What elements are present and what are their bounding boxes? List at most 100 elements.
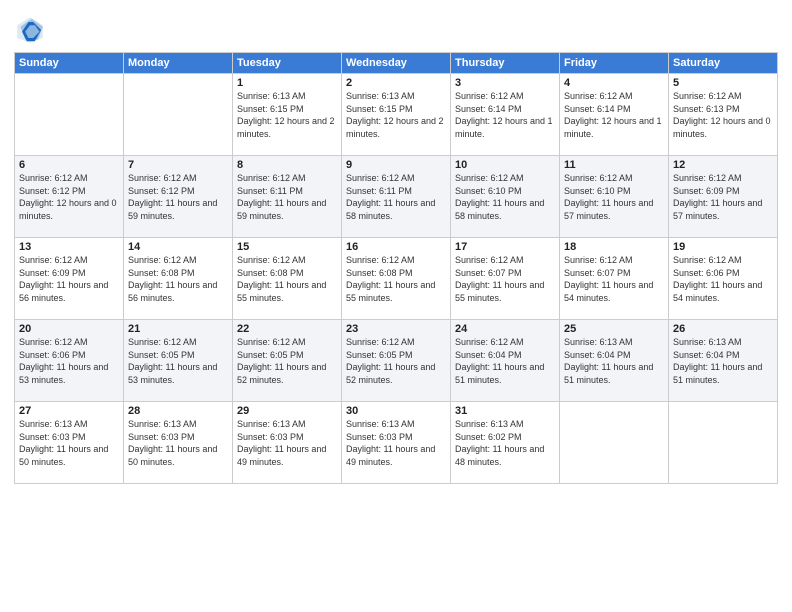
calendar-cell	[560, 402, 669, 484]
day-number: 29	[237, 405, 337, 417]
logo-icon	[14, 14, 46, 46]
header	[14, 10, 778, 46]
day-number: 31	[455, 405, 555, 417]
calendar-cell: 30Sunrise: 6:13 AM Sunset: 6:03 PM Dayli…	[342, 402, 451, 484]
day-of-week-header: Friday	[560, 53, 669, 74]
calendar-cell: 31Sunrise: 6:13 AM Sunset: 6:02 PM Dayli…	[451, 402, 560, 484]
day-of-week-header: Monday	[124, 53, 233, 74]
day-number: 21	[128, 323, 228, 335]
day-number: 3	[455, 77, 555, 89]
day-info: Sunrise: 6:12 AM Sunset: 6:10 PM Dayligh…	[564, 172, 664, 222]
day-info: Sunrise: 6:13 AM Sunset: 6:02 PM Dayligh…	[455, 418, 555, 468]
calendar-cell: 28Sunrise: 6:13 AM Sunset: 6:03 PM Dayli…	[124, 402, 233, 484]
day-info: Sunrise: 6:12 AM Sunset: 6:06 PM Dayligh…	[19, 336, 119, 386]
calendar-cell: 11Sunrise: 6:12 AM Sunset: 6:10 PM Dayli…	[560, 156, 669, 238]
day-info: Sunrise: 6:12 AM Sunset: 6:05 PM Dayligh…	[128, 336, 228, 386]
day-info: Sunrise: 6:13 AM Sunset: 6:04 PM Dayligh…	[564, 336, 664, 386]
calendar-cell: 21Sunrise: 6:12 AM Sunset: 6:05 PM Dayli…	[124, 320, 233, 402]
calendar-cell: 14Sunrise: 6:12 AM Sunset: 6:08 PM Dayli…	[124, 238, 233, 320]
day-info: Sunrise: 6:12 AM Sunset: 6:07 PM Dayligh…	[455, 254, 555, 304]
day-info: Sunrise: 6:12 AM Sunset: 6:14 PM Dayligh…	[455, 90, 555, 140]
calendar-cell: 25Sunrise: 6:13 AM Sunset: 6:04 PM Dayli…	[560, 320, 669, 402]
logo	[14, 14, 50, 46]
day-info: Sunrise: 6:12 AM Sunset: 6:10 PM Dayligh…	[455, 172, 555, 222]
day-number: 5	[673, 77, 773, 89]
calendar-cell: 16Sunrise: 6:12 AM Sunset: 6:08 PM Dayli…	[342, 238, 451, 320]
day-info: Sunrise: 6:13 AM Sunset: 6:03 PM Dayligh…	[128, 418, 228, 468]
calendar-cell: 22Sunrise: 6:12 AM Sunset: 6:05 PM Dayli…	[233, 320, 342, 402]
calendar-cell: 18Sunrise: 6:12 AM Sunset: 6:07 PM Dayli…	[560, 238, 669, 320]
calendar-week-row: 27Sunrise: 6:13 AM Sunset: 6:03 PM Dayli…	[15, 402, 778, 484]
day-info: Sunrise: 6:13 AM Sunset: 6:03 PM Dayligh…	[237, 418, 337, 468]
calendar-week-row: 1Sunrise: 6:13 AM Sunset: 6:15 PM Daylig…	[15, 74, 778, 156]
day-number: 13	[19, 241, 119, 253]
day-info: Sunrise: 6:12 AM Sunset: 6:12 PM Dayligh…	[128, 172, 228, 222]
day-number: 1	[237, 77, 337, 89]
calendar-cell: 12Sunrise: 6:12 AM Sunset: 6:09 PM Dayli…	[669, 156, 778, 238]
day-info: Sunrise: 6:12 AM Sunset: 6:13 PM Dayligh…	[673, 90, 773, 140]
day-number: 27	[19, 405, 119, 417]
day-info: Sunrise: 6:12 AM Sunset: 6:11 PM Dayligh…	[237, 172, 337, 222]
calendar-cell: 8Sunrise: 6:12 AM Sunset: 6:11 PM Daylig…	[233, 156, 342, 238]
calendar-week-row: 20Sunrise: 6:12 AM Sunset: 6:06 PM Dayli…	[15, 320, 778, 402]
calendar-cell: 23Sunrise: 6:12 AM Sunset: 6:05 PM Dayli…	[342, 320, 451, 402]
day-number: 4	[564, 77, 664, 89]
day-info: Sunrise: 6:12 AM Sunset: 6:14 PM Dayligh…	[564, 90, 664, 140]
day-number: 18	[564, 241, 664, 253]
calendar-cell: 26Sunrise: 6:13 AM Sunset: 6:04 PM Dayli…	[669, 320, 778, 402]
day-number: 30	[346, 405, 446, 417]
day-number: 10	[455, 159, 555, 171]
day-number: 28	[128, 405, 228, 417]
day-info: Sunrise: 6:12 AM Sunset: 6:08 PM Dayligh…	[237, 254, 337, 304]
day-number: 6	[19, 159, 119, 171]
calendar: SundayMondayTuesdayWednesdayThursdayFrid…	[14, 52, 778, 484]
calendar-cell: 5Sunrise: 6:12 AM Sunset: 6:13 PM Daylig…	[669, 74, 778, 156]
calendar-cell: 10Sunrise: 6:12 AM Sunset: 6:10 PM Dayli…	[451, 156, 560, 238]
calendar-cell: 15Sunrise: 6:12 AM Sunset: 6:08 PM Dayli…	[233, 238, 342, 320]
day-number: 20	[19, 323, 119, 335]
day-info: Sunrise: 6:12 AM Sunset: 6:09 PM Dayligh…	[19, 254, 119, 304]
calendar-cell: 1Sunrise: 6:13 AM Sunset: 6:15 PM Daylig…	[233, 74, 342, 156]
calendar-cell: 2Sunrise: 6:13 AM Sunset: 6:15 PM Daylig…	[342, 74, 451, 156]
calendar-cell: 17Sunrise: 6:12 AM Sunset: 6:07 PM Dayli…	[451, 238, 560, 320]
day-of-week-header: Thursday	[451, 53, 560, 74]
day-number: 7	[128, 159, 228, 171]
day-info: Sunrise: 6:12 AM Sunset: 6:09 PM Dayligh…	[673, 172, 773, 222]
day-number: 9	[346, 159, 446, 171]
day-number: 8	[237, 159, 337, 171]
day-number: 23	[346, 323, 446, 335]
calendar-cell: 19Sunrise: 6:12 AM Sunset: 6:06 PM Dayli…	[669, 238, 778, 320]
day-info: Sunrise: 6:13 AM Sunset: 6:03 PM Dayligh…	[346, 418, 446, 468]
calendar-cell: 7Sunrise: 6:12 AM Sunset: 6:12 PM Daylig…	[124, 156, 233, 238]
calendar-cell: 13Sunrise: 6:12 AM Sunset: 6:09 PM Dayli…	[15, 238, 124, 320]
calendar-cell: 27Sunrise: 6:13 AM Sunset: 6:03 PM Dayli…	[15, 402, 124, 484]
day-info: Sunrise: 6:12 AM Sunset: 6:05 PM Dayligh…	[346, 336, 446, 386]
day-number: 19	[673, 241, 773, 253]
calendar-cell	[124, 74, 233, 156]
day-info: Sunrise: 6:13 AM Sunset: 6:03 PM Dayligh…	[19, 418, 119, 468]
day-info: Sunrise: 6:13 AM Sunset: 6:15 PM Dayligh…	[346, 90, 446, 140]
day-info: Sunrise: 6:12 AM Sunset: 6:12 PM Dayligh…	[19, 172, 119, 222]
calendar-cell: 24Sunrise: 6:12 AM Sunset: 6:04 PM Dayli…	[451, 320, 560, 402]
day-of-week-header: Sunday	[15, 53, 124, 74]
calendar-week-row: 6Sunrise: 6:12 AM Sunset: 6:12 PM Daylig…	[15, 156, 778, 238]
day-of-week-header: Wednesday	[342, 53, 451, 74]
calendar-cell: 20Sunrise: 6:12 AM Sunset: 6:06 PM Dayli…	[15, 320, 124, 402]
day-of-week-header: Saturday	[669, 53, 778, 74]
day-number: 17	[455, 241, 555, 253]
day-info: Sunrise: 6:13 AM Sunset: 6:04 PM Dayligh…	[673, 336, 773, 386]
calendar-cell	[15, 74, 124, 156]
calendar-cell: 3Sunrise: 6:12 AM Sunset: 6:14 PM Daylig…	[451, 74, 560, 156]
calendar-cell: 6Sunrise: 6:12 AM Sunset: 6:12 PM Daylig…	[15, 156, 124, 238]
day-info: Sunrise: 6:13 AM Sunset: 6:15 PM Dayligh…	[237, 90, 337, 140]
day-number: 12	[673, 159, 773, 171]
day-number: 22	[237, 323, 337, 335]
calendar-cell	[669, 402, 778, 484]
page: SundayMondayTuesdayWednesdayThursdayFrid…	[0, 0, 792, 612]
day-number: 15	[237, 241, 337, 253]
day-number: 25	[564, 323, 664, 335]
calendar-header-row: SundayMondayTuesdayWednesdayThursdayFrid…	[15, 53, 778, 74]
day-info: Sunrise: 6:12 AM Sunset: 6:11 PM Dayligh…	[346, 172, 446, 222]
day-info: Sunrise: 6:12 AM Sunset: 6:08 PM Dayligh…	[128, 254, 228, 304]
calendar-cell: 29Sunrise: 6:13 AM Sunset: 6:03 PM Dayli…	[233, 402, 342, 484]
